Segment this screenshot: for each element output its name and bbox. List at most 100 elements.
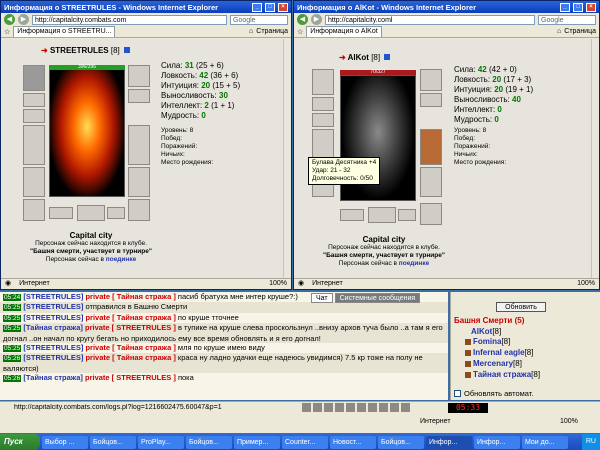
right-search-input[interactable]: Google (538, 14, 596, 25)
forward-icon[interactable]: ▶ (311, 14, 322, 25)
tool-icon[interactable] (302, 403, 311, 412)
close-icon[interactable]: × (586, 2, 596, 12)
left-search-input[interactable]: Google (230, 14, 288, 25)
system-tray[interactable]: RU (581, 434, 600, 450)
home-icon[interactable]: ⌂ (557, 28, 561, 35)
ring-slot[interactable] (23, 109, 45, 123)
taskbar-item[interactable]: Инфор... (474, 435, 520, 449)
maximize-icon[interactable]: □ (265, 2, 275, 12)
taskbar-item[interactable]: ProPlay... (138, 435, 184, 449)
right-url-input[interactable]: http://capitalcity.coml (325, 14, 535, 25)
legs-slot[interactable] (420, 167, 442, 197)
auto-refresh-checkbox[interactable] (454, 390, 461, 397)
bottom-ring-left[interactable] (49, 207, 73, 219)
taskbar-item[interactable]: Бойцов... (90, 435, 136, 449)
stat-row: Интеллект: 2 (1 + 1) (161, 101, 235, 110)
armor-slot[interactable] (23, 167, 45, 197)
favorites-star-icon[interactable]: ☆ (297, 28, 303, 36)
player-item[interactable]: Тайная стража[8] (465, 370, 540, 379)
start-button[interactable]: Пуск (0, 434, 40, 450)
chat-log[interactable]: 05:24 [STREETRULES] private [ Тайная стр… (0, 292, 448, 400)
tab-system-messages[interactable]: Системные сообщения (334, 293, 421, 303)
tool-icon[interactable] (368, 403, 377, 412)
taskbar-item[interactable]: Counter... (282, 435, 328, 449)
tool-icon[interactable] (346, 403, 355, 412)
bottom-emblem[interactable] (368, 207, 396, 223)
forward-icon[interactable]: ▶ (18, 14, 29, 25)
tool-icon[interactable] (379, 403, 388, 412)
bottom-ring-left[interactable] (340, 209, 364, 221)
tool-icon[interactable] (313, 403, 322, 412)
bottom-ring-right[interactable] (398, 209, 416, 221)
tool-icon[interactable] (357, 403, 366, 412)
left-page-menu[interactable]: Страница (256, 28, 288, 35)
player-item[interactable]: Mercenary[8] (465, 359, 522, 368)
taskbar-item[interactable]: Мои до... (522, 435, 568, 449)
player-item[interactable]: Infernal eagle[8] (465, 348, 533, 357)
shield-slot[interactable] (420, 129, 442, 165)
boots-slot[interactable] (128, 199, 150, 221)
minimize-icon[interactable]: _ (560, 2, 570, 12)
helmet-slot[interactable] (23, 65, 45, 91)
right-scrollbar[interactable] (591, 39, 599, 278)
tool-icon[interactable] (324, 403, 333, 412)
right-char-name[interactable]: AlKot (348, 53, 369, 62)
taskbar-item[interactable]: Бойцов... (186, 435, 232, 449)
player-item[interactable]: Fomina[8] (465, 337, 510, 346)
left-address-bar: ◀ ▶ http://capitalcity.combats.com Googl… (1, 13, 291, 26)
shield-slot[interactable] (128, 125, 150, 165)
chat-tabs: Чат Системные сообщения (311, 293, 421, 303)
boots-slot[interactable] (420, 203, 442, 225)
maximize-icon[interactable]: □ (573, 2, 583, 12)
left-titlebar[interactable]: Информация о STREETRULES - Windows Inter… (1, 1, 291, 13)
right-city-block: Capital city Персонаж сейчас находится в… (294, 236, 474, 268)
info-icon[interactable] (123, 47, 130, 53)
left-tab[interactable]: Информация о STREETRU... (13, 26, 116, 37)
right-statusbar: ◉ Интернет 100% (294, 278, 599, 289)
taskbar-item[interactable]: Новост... (330, 435, 376, 449)
bottom-emblem[interactable] (77, 205, 105, 221)
back-icon[interactable]: ◀ (297, 14, 308, 25)
back-icon[interactable]: ◀ (4, 14, 15, 25)
minimize-icon[interactable]: _ (252, 2, 262, 12)
close-icon[interactable]: × (278, 2, 288, 12)
taskbar-item[interactable]: Выбор ... (42, 435, 88, 449)
right-page-menu[interactable]: Страница (564, 28, 596, 35)
tool-icon[interactable] (390, 403, 399, 412)
left-scrollbar[interactable] (283, 39, 291, 278)
home-icon[interactable]: ⌂ (249, 28, 253, 35)
legs-slot[interactable] (128, 167, 150, 197)
info-icon[interactable] (384, 54, 391, 60)
ie-zoom[interactable]: 100% (560, 418, 578, 425)
left-zoom[interactable]: 100% (269, 279, 291, 289)
right-zoom[interactable]: 100% (577, 279, 599, 289)
helmet-slot[interactable] (312, 69, 334, 95)
tool-icon[interactable] (401, 403, 410, 412)
tab-chat[interactable]: Чат (311, 293, 333, 303)
left-battle-link[interactable]: поединке (106, 256, 136, 263)
right-tab[interactable]: Информация о AlKot (306, 26, 382, 37)
belt-slot[interactable] (23, 199, 45, 221)
left-url-input[interactable]: http://capitalcity.combats.com (32, 14, 227, 25)
weapon-slot[interactable] (23, 125, 45, 165)
favorites-star-icon[interactable]: ☆ (4, 28, 10, 36)
gloves-slot[interactable] (420, 69, 442, 91)
taskbar-item[interactable]: Пример... (234, 435, 280, 449)
player-item[interactable]: AlKot[8] (471, 327, 501, 336)
gloves-slot[interactable] (128, 65, 150, 87)
right-battle-link[interactable]: поединке (399, 260, 429, 267)
tool-icon[interactable] (335, 403, 344, 412)
amulet-slot[interactable] (312, 97, 334, 111)
right-titlebar[interactable]: Информация о AlKot - Windows Internet Ex… (294, 1, 599, 13)
auto-refresh-row: Обновлять автомат. (454, 389, 533, 398)
earrings-slot[interactable] (420, 93, 442, 107)
bottom-ring-right[interactable] (107, 207, 125, 219)
amulet-slot[interactable] (23, 93, 45, 107)
refresh-button[interactable]: Обновить (496, 302, 546, 312)
left-char-name[interactable]: STREETRULES (50, 46, 109, 55)
taskbar-item[interactable]: Бойцов... (378, 435, 424, 449)
taskbar-item[interactable]: Инфор... (426, 435, 472, 449)
right-window-title: Информация о AlKot - Windows Internet Ex… (297, 2, 477, 12)
ring-slot[interactable] (312, 113, 334, 127)
earrings-slot[interactable] (128, 89, 150, 103)
